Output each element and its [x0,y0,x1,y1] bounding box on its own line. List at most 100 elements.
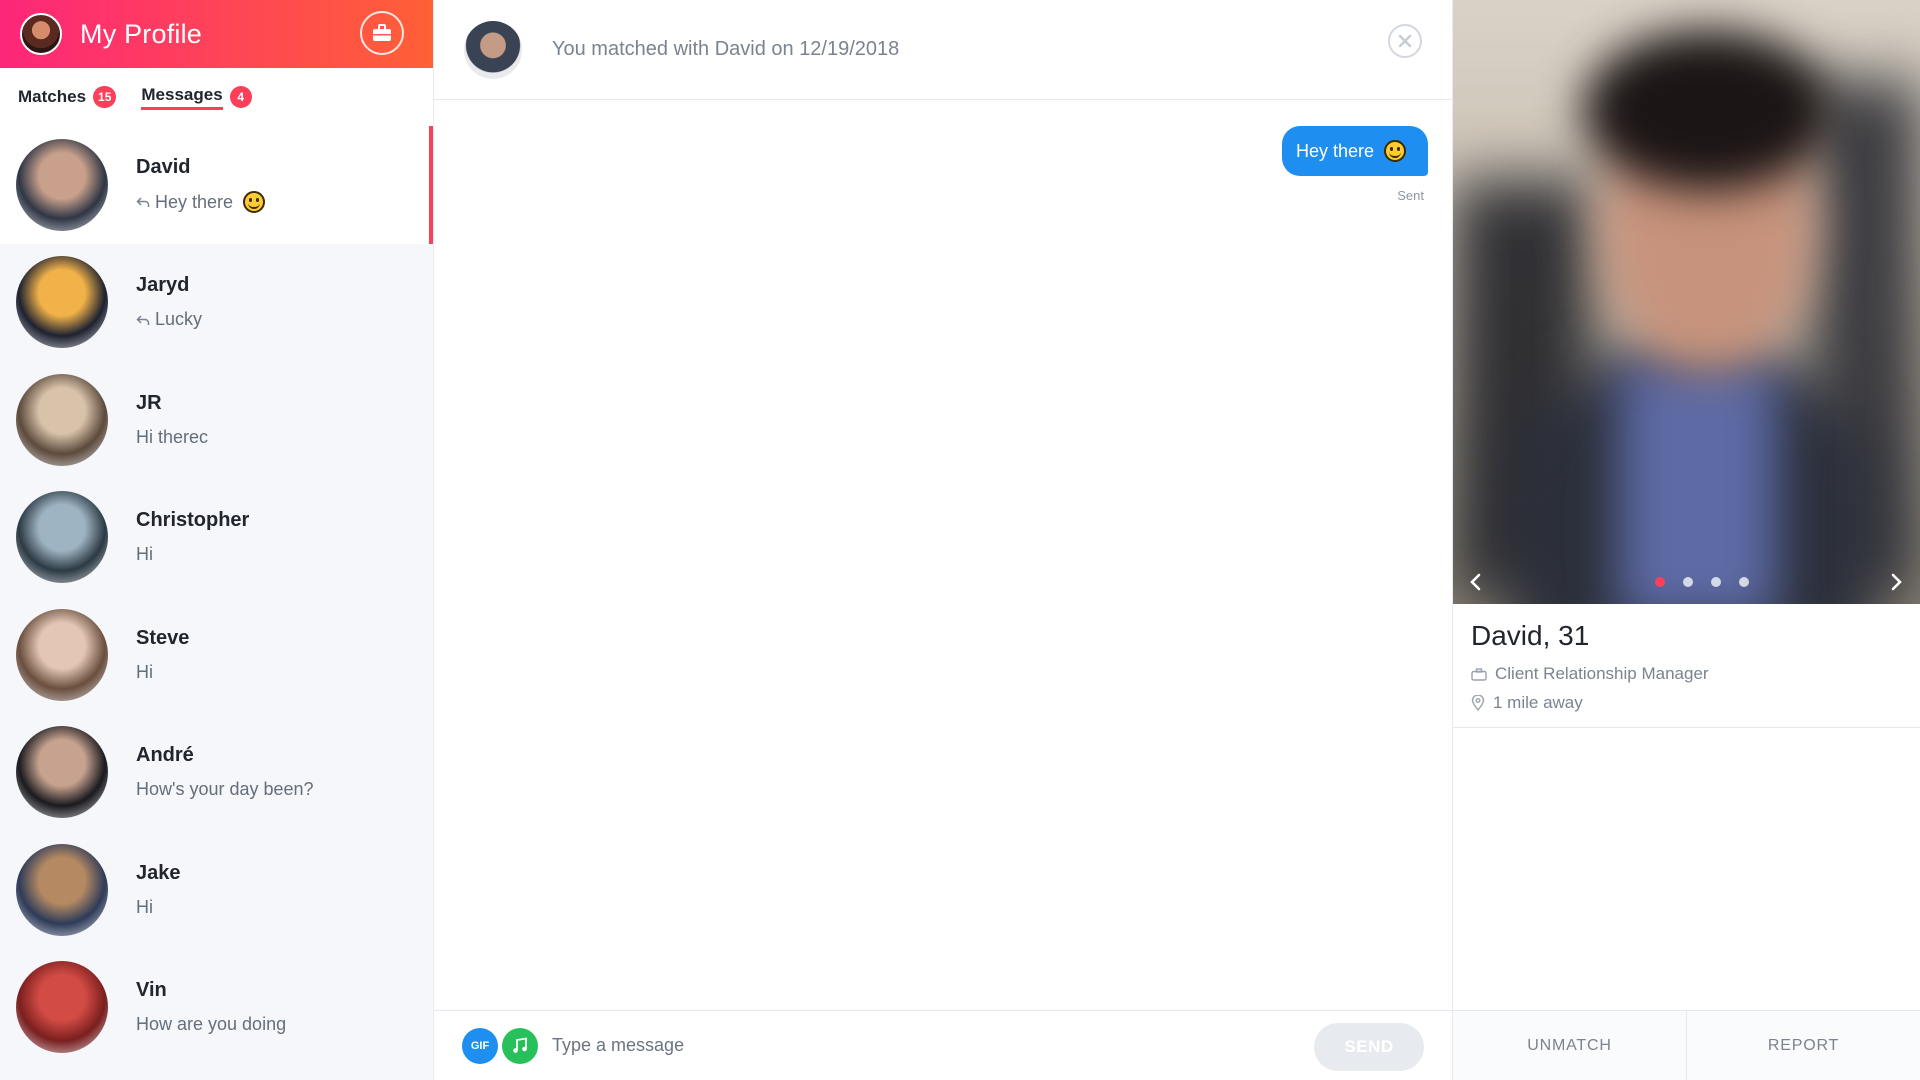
gif-button[interactable]: GIF [462,1027,498,1064]
conversation-last-message: Hi [136,662,189,683]
profile-photo[interactable] [1453,0,1920,604]
message-input[interactable] [552,1035,1292,1056]
conversation-name: David [136,156,191,179]
conversation-avatar[interactable] [16,138,108,231]
conversation-item[interactable]: Jaryd Lucky [0,244,433,362]
briefcase-icon [1471,667,1487,681]
conversation-avatar[interactable] [16,491,108,584]
conversation-name: Jaryd [136,274,190,297]
conversation-name: Jake [136,861,181,884]
conversation-item[interactable]: David Hey there [0,126,433,244]
tab-messages[interactable]: Messages 4 [141,68,252,126]
my-profile-title[interactable]: My Profile [80,19,202,50]
conversation-avatar[interactable] [16,256,108,349]
conversation-text: André How's your day been? [136,744,314,800]
music-button[interactable] [502,1027,538,1064]
conversation-last-message: How are you doing [136,1014,286,1035]
close-chat-button[interactable] [1388,24,1422,58]
reply-arrow-icon [136,197,150,208]
tab-matches-label: Matches [18,87,87,106]
conversation-text: Vin How are you doing [136,979,286,1035]
smile-emoji-icon [243,191,266,214]
photo-dot[interactable] [1739,577,1749,587]
profile-job: Client Relationship Manager [1495,664,1709,683]
unmatch-button[interactable]: UNMATCH [1453,1011,1686,1080]
profile-actions: UNMATCH REPORT [1453,1010,1920,1080]
conversation-item[interactable]: Christopher Hi [0,479,433,597]
photo-pagination [1655,577,1767,587]
next-photo-button[interactable] [1887,570,1907,594]
message-bubble: Hey there [1281,126,1428,176]
conversation-list: David Hey there Jaryd Lucky JR Hi therec Chris… [0,126,433,1067]
report-button[interactable]: REPORT [1686,1011,1920,1080]
profile-panel: David, 31 Client Relationship Manager 1 … [1452,0,1920,1080]
conversation-avatar[interactable] [16,608,108,701]
conversation-item[interactable]: Jake Hi [0,831,433,949]
conversation-item[interactable]: JR Hi therec [0,361,433,479]
profile-name-age: David, 31 [1471,620,1590,651]
conversation-message-text: Lucky [155,309,203,330]
conversation-text: David Hey there [136,156,266,214]
chevron-right-icon [1891,573,1902,591]
briefcase-icon [373,24,391,41]
conversation-avatar[interactable] [16,373,108,466]
conversation-last-message: Hi therec [136,427,208,448]
music-note-icon [513,1036,527,1053]
sidebar: My Profile Matches 15 Messages 4 David He… [0,0,434,1080]
message-text: Hey there [1295,140,1374,161]
send-button[interactable]: SEND [1314,1023,1424,1071]
conversation-text: Steve Hi [136,627,189,683]
conversation-message-text: Hi therec [136,426,209,447]
previous-photo-button[interactable] [1465,570,1485,594]
chat-panel: You matched with David on 12/19/2018 Hey… [434,0,1452,1080]
smile-emoji-icon [1384,140,1406,162]
conversation-item[interactable]: Vin How are you doing [0,949,433,1067]
tab-messages-label: Messages [141,85,223,110]
conversation-name: Steve [136,626,190,649]
photo-dot[interactable] [1655,577,1665,587]
chat-header: You matched with David on 12/19/2018 [434,0,1452,100]
message-composer: GIF SEND [434,1010,1452,1080]
photo-dot[interactable] [1683,577,1693,587]
conversation-last-message: How's your day been? [136,779,314,800]
conversation-item[interactable]: André How's your day been? [0,714,433,832]
profile-distance: 1 mile away [1493,693,1583,712]
messages-count-badge: 4 [229,86,252,108]
conversation-message-text: How are you doing [136,1014,287,1035]
profile-info: David, 31 Client Relationship Manager 1 … [1453,604,1920,728]
profile-job-line: Client Relationship Manager [1471,664,1902,684]
conversation-last-message: Hi [136,897,181,918]
conversation-message-text: Hi [136,661,153,682]
chevron-left-icon [1470,573,1481,591]
conversation-item[interactable]: Steve Hi [0,596,433,714]
conversation-name: André [136,744,194,767]
message-status: Sent [1397,188,1424,203]
conversation-avatar[interactable] [16,843,108,936]
reply-arrow-icon [136,315,150,325]
conversation-name: JR [136,391,162,414]
location-pin-icon [1471,695,1485,711]
close-icon [1398,34,1412,48]
my-profile-header[interactable]: My Profile [0,0,433,68]
profile-distance-line: 1 mile away [1471,693,1902,713]
sidebar-tabs: Matches 15 Messages 4 [0,68,433,126]
matches-count-badge: 15 [93,86,117,108]
conversation-avatar[interactable] [16,961,108,1054]
conversation-text: Jake Hi [136,862,181,918]
briefcase-button[interactable] [360,11,404,55]
conversation-text: Jaryd Lucky [136,274,202,330]
conversation-message-text: How's your day been? [136,779,314,800]
conversation-name: Vin [136,979,167,1002]
my-profile-avatar[interactable] [20,13,62,55]
match-avatar[interactable] [464,20,522,79]
conversation-message-text: Hey there [155,191,234,212]
conversation-avatar[interactable] [16,726,108,819]
conversation-message-text: Hi [136,544,153,565]
tab-matches[interactable]: Matches 15 [18,68,117,126]
conversation-text: JR Hi therec [136,392,208,448]
conversation-name: Christopher [136,509,250,532]
photo-dot[interactable] [1711,577,1721,587]
conversation-text: Christopher Hi [136,509,249,565]
conversation-message-text: Hi [136,896,153,917]
match-info-text: You matched with David on 12/19/2018 [552,38,900,60]
